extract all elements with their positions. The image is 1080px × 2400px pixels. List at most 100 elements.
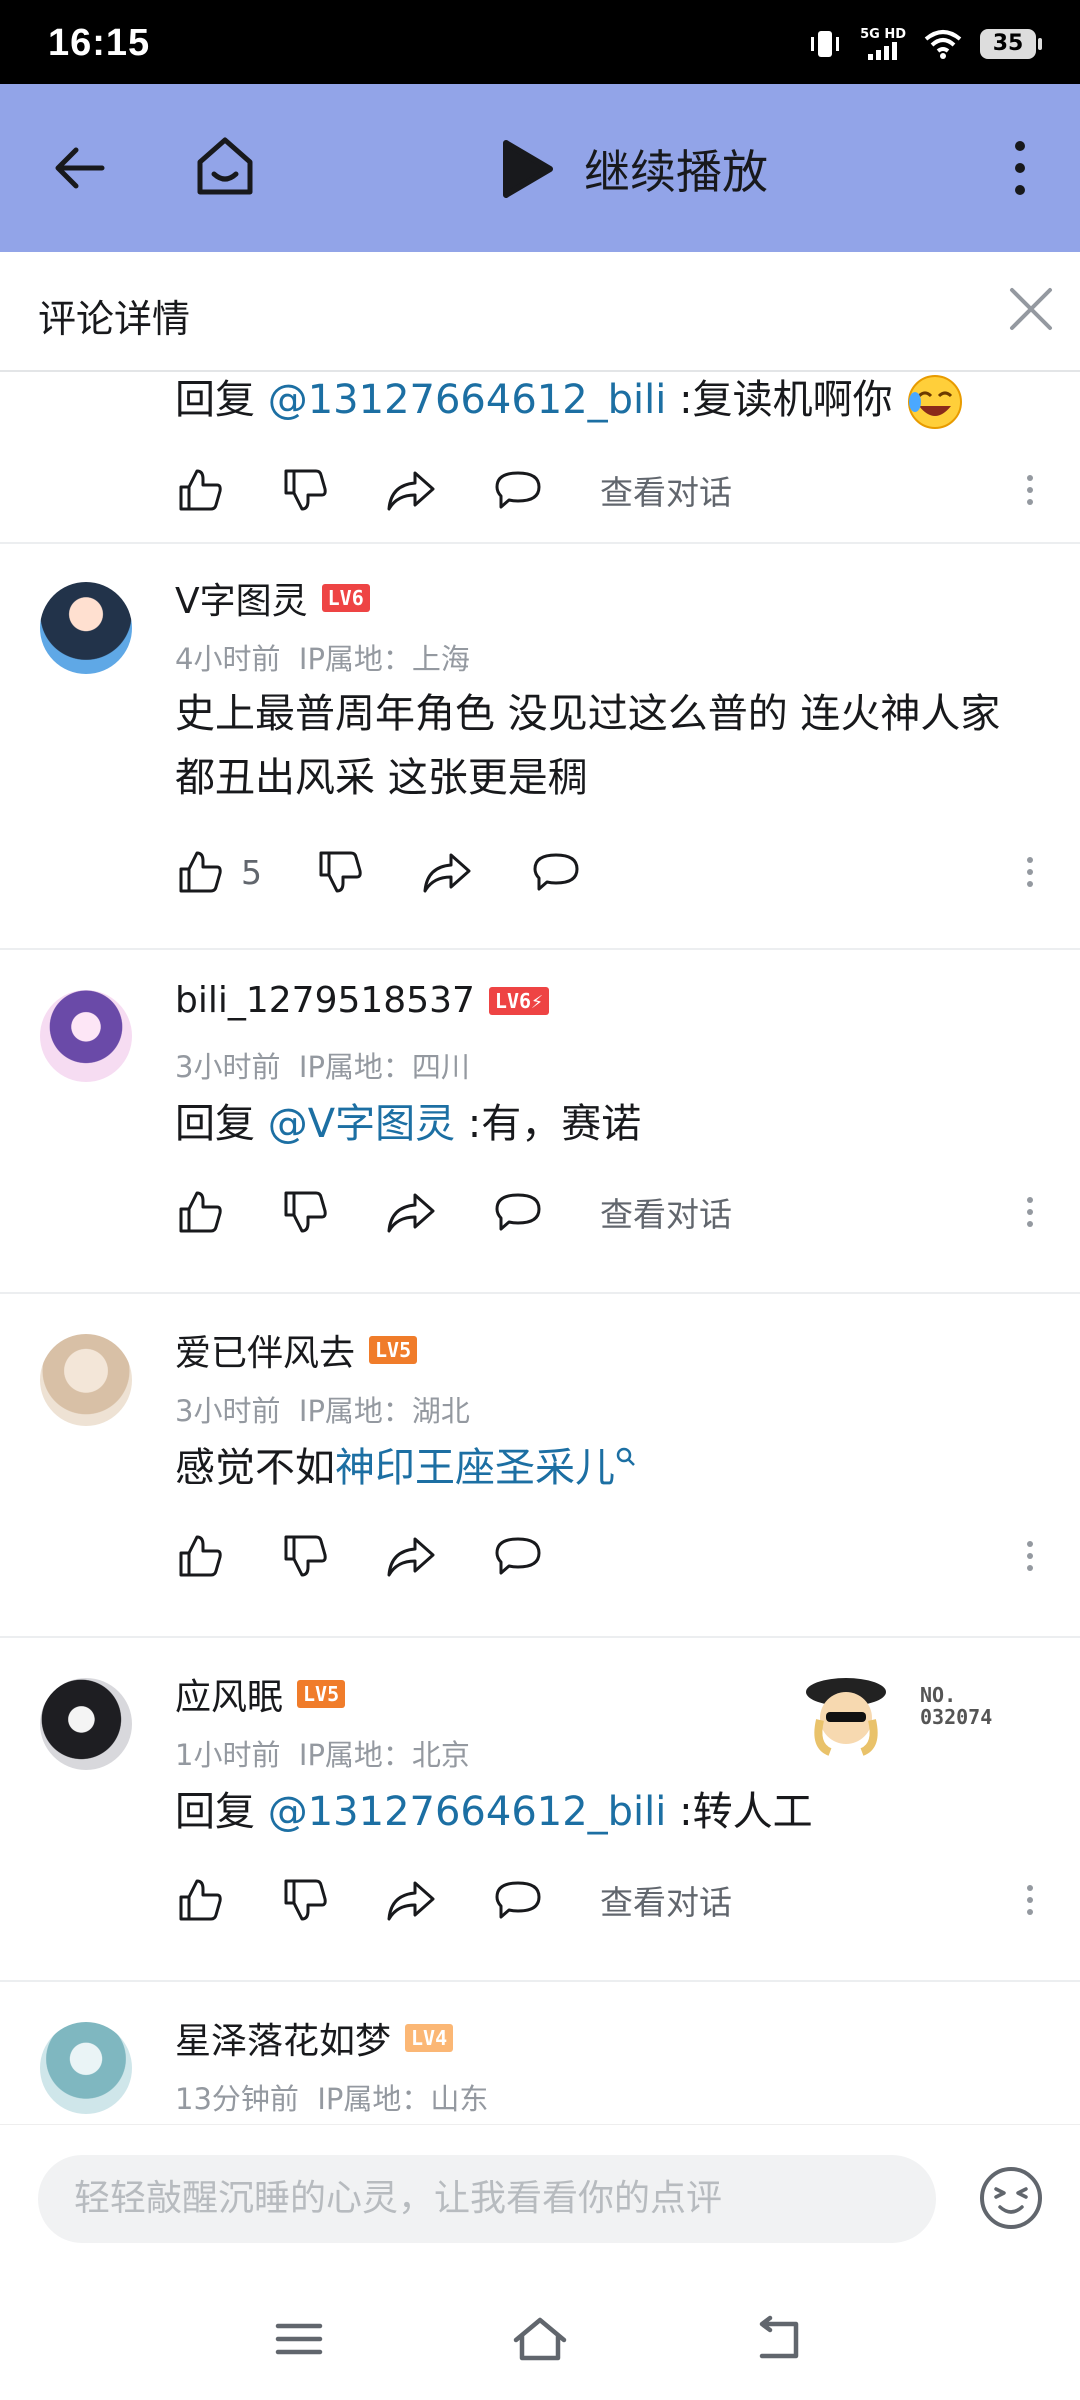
comment-list[interactable]: 回复 @13127664612_bili :复读机啊你 查看对话 V字图灵 LV… [0, 372, 1080, 2122]
share-icon[interactable] [385, 1870, 437, 1930]
status-bar: 16:15 5G HD 35 [0, 0, 1080, 84]
dislike-icon[interactable] [315, 842, 365, 902]
reply-icon[interactable] [531, 842, 581, 902]
vibrate-icon [811, 31, 840, 57]
comment-item: bili_1279518537 LV6⚡ 3小时前 IP属地：四川 回复 @V字… [0, 950, 1080, 1294]
username[interactable]: V字图灵 [175, 572, 308, 624]
home-icon[interactable] [190, 132, 260, 202]
avatar[interactable] [40, 2022, 132, 2114]
character-badge-icon [806, 1678, 886, 1756]
comment-item: 应风眠 LV5 1小时前 IP属地：北京 NO. 032074 回复 @1312… [0, 1638, 1080, 1982]
more-options-icon[interactable] [1015, 1182, 1045, 1242]
signal-indicator: 5G HD [860, 28, 906, 60]
like-count: 5 [241, 852, 262, 892]
status-icons: 5G HD 35 [808, 24, 1042, 64]
ip-location: IP属地：湖北 [298, 1394, 470, 1428]
comment-text: 回复 @13127664612_bili :转人工 [175, 1780, 1035, 1844]
avatar[interactable] [40, 1678, 132, 1770]
comment-actions: 5 [175, 842, 1045, 902]
comment-item: 回复 @13127664612_bili :复读机啊你 查看对话 [0, 372, 1080, 544]
search-keyword-link[interactable]: 神印王座圣采儿 [335, 1445, 615, 1491]
username[interactable]: bili_1279518537 [175, 980, 475, 1021]
comment-meta: 3小时前 IP属地：四川 [175, 1044, 470, 1086]
username-row: 应风眠 LV5 [175, 1668, 346, 1720]
dislike-icon[interactable] [280, 1526, 330, 1586]
more-options-icon[interactable] [1015, 1526, 1045, 1586]
home-nav-icon[interactable] [510, 2314, 570, 2364]
comment-item: 爱已伴风去 LV5 3小时前 IP属地：湖北 感觉不如神印王座圣采儿 [0, 1294, 1080, 1638]
dislike-icon[interactable] [280, 460, 330, 520]
comment-item: 星泽落花如梦 LV4 13分钟前 IP属地：山东 [0, 1982, 1080, 2122]
comment-actions [175, 1526, 1045, 1586]
signal-icon [868, 42, 898, 60]
comment-meta: 1小时前 IP属地：北京 [175, 1732, 470, 1774]
username[interactable]: 应风眠 [175, 1668, 283, 1720]
comment-time: 13分钟前 [175, 2082, 299, 2116]
network-label: 5G HD [860, 27, 906, 42]
more-options-icon[interactable] [1015, 1870, 1045, 1930]
level-badge: LV5 [297, 1680, 346, 1708]
laughing-emoji-icon [908, 375, 963, 429]
avatar[interactable] [40, 582, 132, 674]
comment-input[interactable]: 轻轻敲醒沉睡的心灵，让我看看你的点评 [38, 2155, 936, 2243]
username[interactable]: 爱已伴风去 [175, 1324, 355, 1376]
mention-link[interactable]: @13127664612_bili [268, 377, 667, 423]
like-icon[interactable] [175, 1526, 225, 1586]
avatar[interactable] [40, 1334, 132, 1426]
continue-play-button[interactable]: 继续播放 [500, 134, 768, 204]
comment-text: 回复 @13127664612_bili :复读机啊你 [175, 372, 1035, 432]
comment-input-bar: 轻轻敲醒沉睡的心灵，让我看看你的点评 [0, 2124, 1080, 2275]
play-icon [503, 140, 553, 198]
comment-body: :转人工 [666, 1789, 813, 1835]
view-conversation-link[interactable]: 查看对话 [600, 460, 732, 520]
level-badge: LV5 [369, 1336, 418, 1364]
dislike-icon[interactable] [280, 1182, 330, 1242]
comment-time: 3小时前 [175, 1050, 281, 1084]
close-icon[interactable] [1004, 282, 1058, 336]
reply-icon[interactable] [493, 1870, 543, 1930]
share-icon[interactable] [421, 842, 473, 902]
emoji-icon[interactable] [978, 2165, 1044, 2231]
back-arrow-icon[interactable] [50, 138, 110, 198]
username-row: 爱已伴风去 LV5 [175, 1324, 418, 1376]
like-icon[interactable] [175, 1870, 225, 1930]
share-icon[interactable] [385, 1182, 437, 1242]
level-badge: LV4 [405, 2024, 454, 2052]
ip-location: IP属地：北京 [298, 1738, 470, 1772]
like-icon[interactable] [175, 460, 225, 520]
like-button[interactable]: 5 [175, 842, 262, 902]
comment-time: 1小时前 [175, 1738, 281, 1772]
level-badge: LV6 [321, 584, 370, 612]
fan-badge-number: NO. 032074 [920, 1683, 993, 1729]
more-vertical-icon[interactable] [1005, 138, 1035, 198]
share-icon[interactable] [385, 460, 437, 520]
level-badge: LV6⚡ [488, 986, 550, 1015]
reply-icon[interactable] [493, 1182, 543, 1242]
mention-link[interactable]: @V字图灵 [268, 1101, 455, 1147]
fan-badge: NO. 032074 [800, 1668, 1040, 1758]
username[interactable]: 星泽落花如梦 [175, 2012, 391, 2064]
comment-text: 感觉不如神印王座圣采儿 [175, 1436, 1035, 1500]
view-conversation-link[interactable]: 查看对话 [600, 1182, 732, 1242]
comment-time: 4小时前 [175, 642, 281, 676]
more-options-icon[interactable] [1015, 460, 1045, 520]
search-icon[interactable] [615, 1446, 637, 1468]
menu-icon[interactable] [272, 2314, 326, 2364]
back-nav-icon[interactable] [752, 2314, 806, 2364]
system-nav-bar [0, 2274, 1080, 2400]
view-conversation-link[interactable]: 查看对话 [600, 1870, 732, 1930]
mention-link[interactable]: @13127664612_bili [268, 1789, 667, 1835]
share-icon[interactable] [385, 1526, 437, 1586]
more-options-icon[interactable] [1015, 842, 1045, 902]
comment-item: V字图灵 LV6 4小时前 IP属地：上海 史上最普周年角色 没见过这么普的 连… [0, 542, 1080, 950]
dislike-icon[interactable] [280, 1870, 330, 1930]
like-icon[interactable] [175, 1182, 225, 1242]
comment-text: 史上最普周年角色 没见过这么普的 连火神人家都丑出风采 这张更是稠 [175, 691, 1001, 801]
username-row: 星泽落花如梦 LV4 [175, 2012, 454, 2064]
page-title: 评论详情 [38, 297, 191, 341]
avatar[interactable] [40, 990, 132, 1082]
comment-time: 3小时前 [175, 1394, 281, 1428]
reply-icon[interactable] [493, 1526, 543, 1586]
reply-icon[interactable] [493, 460, 543, 520]
username-row: bili_1279518537 LV6⚡ [175, 980, 550, 1021]
